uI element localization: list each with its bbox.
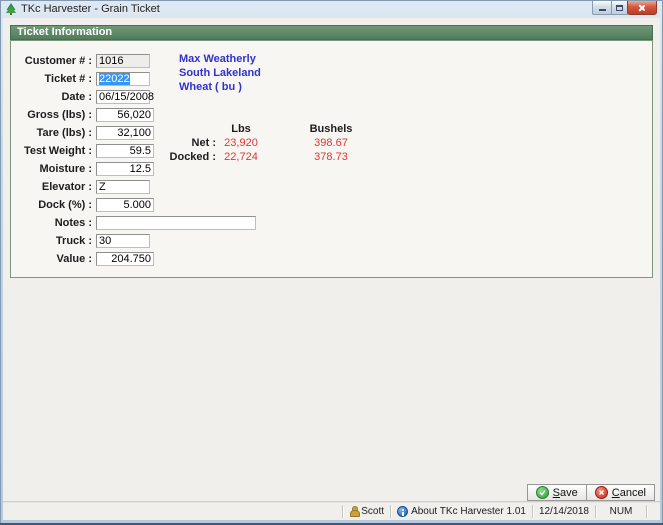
ticket-number-label: Ticket # :	[11, 73, 92, 85]
field-value: 12.5	[130, 163, 151, 175]
maximize-button[interactable]	[611, 1, 628, 15]
cancel-button-label: Cancel	[612, 487, 646, 499]
cancel-x-icon	[595, 486, 608, 499]
save-button[interactable]: Save	[527, 484, 587, 501]
form-row: Elevator : Z	[11, 180, 652, 194]
section-header: Ticket Information	[10, 25, 653, 40]
form-row: Gross (lbs) : 56,020	[11, 108, 652, 122]
app-window: TKc Harvester - Grain Ticket Ticket Info…	[0, 0, 663, 525]
docked-lbs-value: 22,724	[201, 151, 281, 163]
title-bar: TKc Harvester - Grain Ticket	[0, 0, 663, 18]
net-lbs-value: 23,920	[201, 137, 281, 149]
customer-info: Max Weatherly South Lakeland Wheat ( bu …	[179, 52, 261, 94]
close-button[interactable]	[627, 1, 657, 15]
value-label: Value :	[11, 253, 92, 265]
moisture-field[interactable]: 12.5	[96, 162, 154, 176]
ticket-information-panel: Customer # : 1016 Ticket # : 22022 Date …	[10, 40, 653, 278]
field-value: 06/15/2008	[99, 91, 154, 103]
app-icon	[5, 3, 17, 15]
dock-percent-label: Dock (%) :	[11, 199, 92, 211]
selected-text: 22022	[99, 73, 130, 85]
date-text: 12/14/2018	[539, 506, 589, 517]
form-row: Notes :	[11, 216, 652, 230]
date-label: Date :	[11, 91, 92, 103]
window-title: TKc Harvester - Grain Ticket	[21, 3, 160, 15]
customer-location: South Lakeland	[179, 66, 261, 80]
form-row: Moisture : 12.5	[11, 162, 652, 176]
action-buttons: Save Cancel	[527, 484, 655, 501]
field-value: 30	[99, 235, 111, 247]
minimize-icon	[599, 9, 606, 11]
docked-bushels-value: 378.73	[291, 151, 371, 163]
moisture-label: Moisture :	[11, 163, 92, 175]
field-value: 204.750	[111, 253, 151, 265]
elevator-label: Elevator :	[11, 181, 92, 193]
status-bar: Scott About TKc Harvester 1.01 12/14/201…	[3, 502, 660, 520]
net-label: Net :	[11, 137, 216, 149]
field-value: 56,020	[117, 109, 151, 121]
save-button-label: Save	[553, 487, 578, 499]
docked-label: Docked :	[11, 151, 216, 163]
form-row: Truck : 30	[11, 234, 652, 248]
form-row: Date : 06/15/2008	[11, 90, 652, 104]
statusbar-date: 12/14/2018	[533, 503, 595, 520]
date-field[interactable]: 06/15/2008	[96, 90, 150, 104]
field-value: 5.000	[123, 199, 151, 211]
notes-field[interactable]	[96, 216, 256, 230]
notes-label: Notes :	[11, 217, 92, 229]
client-area: Ticket Information Customer # : 1016 Tic…	[3, 18, 660, 520]
customer-name: Max Weatherly	[179, 52, 261, 66]
window-controls	[592, 1, 657, 15]
save-check-icon	[536, 486, 549, 499]
field-value: Z	[99, 181, 106, 193]
value-field[interactable]: 204.750	[96, 252, 154, 266]
elevator-field[interactable]: Z	[96, 180, 150, 194]
bushels-column-header: Bushels	[291, 123, 371, 135]
user-name: Scott	[361, 506, 384, 517]
form-row: Customer # : 1016	[11, 54, 652, 68]
about-info-icon	[397, 506, 408, 517]
user-icon	[349, 506, 358, 517]
close-icon	[638, 4, 646, 12]
statusbar-about[interactable]: About TKc Harvester 1.01	[391, 503, 532, 520]
minimize-button[interactable]	[592, 1, 612, 15]
statusbar-resize-grip	[647, 503, 660, 520]
dock-percent-field[interactable]: 5.000	[96, 198, 154, 212]
truck-label: Truck :	[11, 235, 92, 247]
maximize-icon	[616, 5, 623, 11]
lbs-column-header: Lbs	[201, 123, 281, 135]
gross-lbs-field[interactable]: 56,020	[96, 108, 154, 122]
statusbar-user: Scott	[343, 503, 390, 520]
statusbar-num-lock: NUM	[596, 503, 646, 520]
net-bushels-value: 398.67	[291, 137, 371, 149]
commodity: Wheat ( bu )	[179, 80, 261, 94]
field-value: 1016	[99, 55, 123, 67]
cancel-button[interactable]: Cancel	[586, 484, 655, 501]
customer-number-label: Customer # :	[11, 55, 92, 67]
gross-lbs-label: Gross (lbs) :	[11, 109, 92, 121]
form-row: Ticket # : 22022	[11, 72, 652, 86]
about-text: About TKc Harvester 1.01	[411, 506, 526, 517]
form-row: Dock (%) : 5.000	[11, 198, 652, 212]
num-lock-text: NUM	[610, 506, 633, 517]
customer-number-field[interactable]: 1016	[96, 54, 150, 68]
ticket-number-field[interactable]: 22022	[96, 72, 150, 86]
form-row: Value : 204.750	[11, 252, 652, 266]
truck-field[interactable]: 30	[96, 234, 150, 248]
